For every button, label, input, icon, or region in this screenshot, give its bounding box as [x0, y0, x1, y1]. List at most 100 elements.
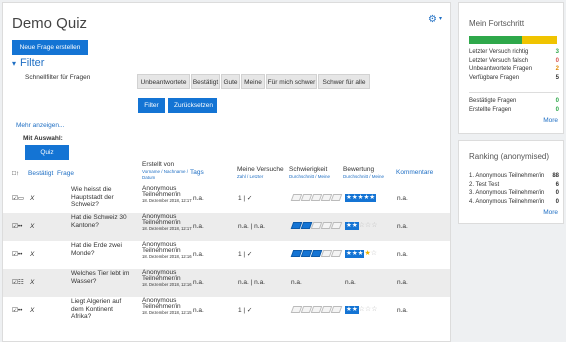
- progress-stat-label: Letzter Versuch richtig: [469, 49, 529, 55]
- table-row: ☑▭ X Wie heisst die Hauptstadt der Schweiz…: [3, 185, 450, 213]
- comments: n.a.: [397, 307, 408, 314]
- rating-stars: ★★★ ★ ☆: [345, 250, 377, 258]
- progress-stat-label: Unbeantwortete Fragen: [469, 66, 533, 72]
- select-all-checkbox[interactable]: □↑: [12, 170, 19, 178]
- comments: n.a.: [397, 279, 408, 286]
- header-rating[interactable]: Bewertung Durchschnitt / Meine: [343, 166, 398, 180]
- filter-heading[interactable]: ▾ Filter: [12, 57, 44, 69]
- difficulty-segment: [330, 222, 343, 229]
- progress-stat-label: Letzter Versuch falsch: [469, 57, 529, 64]
- filter-button[interactable]: Filter: [138, 98, 165, 113]
- ranking-entry: 4. Anonymous Teilnehmer/in 0: [469, 199, 559, 205]
- comments: n.a.: [397, 223, 408, 230]
- header-tags[interactable]: Tags: [190, 169, 204, 177]
- difficulty-text: n.a.: [291, 279, 302, 286]
- ranking-panel: Ranking (anonymised) 1. Anonymous Teilne…: [458, 140, 564, 224]
- filter-unanswered[interactable]: Unbeantwortete: [137, 74, 190, 89]
- quick-filter-label: Schnellfilter für Fragen: [25, 74, 91, 81]
- ranking-more-link[interactable]: More: [543, 209, 558, 216]
- ranking-entry-score: 88: [552, 173, 559, 179]
- my-attempts: 1 | ✓: [238, 195, 253, 202]
- header-comments[interactable]: Kommentare: [396, 169, 433, 177]
- rating-empty-stars: ☆☆☆: [358, 222, 378, 229]
- question-text[interactable]: Welches Tier lebt im Wasser?: [71, 270, 133, 285]
- question-text[interactable]: Liegt Algerien auf dem Kontinent Afrika?: [71, 298, 133, 321]
- header-difficulty[interactable]: Schwierigkeit Durchschnitt / Meine: [289, 166, 345, 180]
- progress-stat-value: 5: [555, 74, 559, 81]
- progress-stat-row: Bestätigte Fragen 0: [469, 98, 559, 104]
- progress-title: Mein Fortschritt: [469, 19, 525, 28]
- ranking-entry-score: 0: [555, 198, 559, 205]
- confirmed-mark: X: [30, 307, 35, 314]
- question-type-icon[interactable]: ☑••: [12, 223, 22, 231]
- progress-stat-value: 0: [555, 57, 559, 64]
- my-attempts: 1 | ✓: [238, 251, 253, 258]
- rating-filled-stars: ★★: [345, 306, 359, 314]
- header-my-attempts[interactable]: Meine Versuche Zahl / Letzter: [237, 166, 293, 180]
- ranking-entry-score: 6: [555, 181, 559, 188]
- difficulty-segment: [330, 306, 343, 313]
- difficulty-segment: [330, 194, 343, 201]
- confirmed-mark: X: [30, 195, 35, 202]
- question-text[interactable]: Hat die Schweiz 30 Kantone?: [71, 214, 133, 229]
- filter-good[interactable]: Gute: [221, 74, 240, 89]
- created-date: 18. Dezember 2018, 12:16: [142, 282, 192, 287]
- ranking-entry: 2. Test Test 6: [469, 182, 559, 188]
- created-date: 18. Dezember 2018, 12:15: [142, 310, 192, 315]
- progress-stat-row: Letzter Versuch falsch 0: [469, 58, 559, 64]
- progress-stat-label: Verfügbare Fragen: [469, 74, 520, 81]
- progress-panel: Mein Fortschritt Letzter Versuch richtig…: [458, 2, 564, 134]
- divider: [469, 92, 559, 93]
- rating-filled-stars: ★★★★★: [345, 194, 377, 202]
- header-question[interactable]: Frage: [57, 170, 74, 178]
- filter-mine[interactable]: Meine: [241, 74, 265, 89]
- author: Anonymous Teilnehmer/in 18. Dezember 2018…: [142, 297, 192, 315]
- header-created-by[interactable]: Erstellt von Vorname / Nachname / Datum: [142, 161, 192, 181]
- question-text[interactable]: Wie heisst die Hauptstadt der Schweiz?: [71, 186, 133, 209]
- progress-stat-row: Erstellte Fragen 0: [469, 107, 559, 113]
- progress-more-link[interactable]: More: [543, 117, 558, 124]
- difficulty-meter: [290, 194, 343, 201]
- filter-hard-for-all[interactable]: Schwer für alle: [318, 74, 370, 89]
- ranking-entry-label: 2. Test Test: [469, 181, 500, 188]
- created-date: 18. Dezember 2018, 12:17: [142, 198, 192, 203]
- confirmed-mark: X: [30, 279, 35, 286]
- created-date: 18. Dezember 2018, 12:16: [142, 254, 192, 259]
- tags: n.a.: [193, 279, 204, 286]
- reset-button[interactable]: Zurücksetzen: [168, 98, 217, 113]
- tags: n.a.: [193, 251, 204, 258]
- tags: n.a.: [193, 307, 204, 314]
- author: Anonymous Teilnehmer/in 18. Dezember 2018…: [142, 213, 192, 231]
- question-text[interactable]: Hat die Erde zwei Monde?: [71, 242, 133, 257]
- header-confirmed[interactable]: Bestätigt: [28, 170, 53, 178]
- new-question-button[interactable]: Neue Frage erstellen: [12, 40, 88, 55]
- show-more-link[interactable]: Mehr anzeigen...: [16, 122, 64, 129]
- question-type-icon[interactable]: ☑••: [12, 251, 22, 259]
- rating-filled-stars: ★★★: [345, 250, 365, 258]
- collapse-icon: ▾: [12, 59, 17, 68]
- tags: n.a.: [193, 223, 204, 230]
- filter-hard-for-me[interactable]: Für mich schwer: [266, 74, 317, 89]
- question-type-icon[interactable]: ☑▭: [12, 195, 24, 203]
- rating-empty-stars: ☆: [370, 250, 378, 257]
- difficulty-meter: [290, 250, 343, 257]
- author: Anonymous Teilnehmer/in 18. Dezember 2018…: [142, 185, 192, 203]
- progress-stat-value: 3: [555, 49, 559, 55]
- settings-menu[interactable]: ⚙ ▾: [428, 14, 450, 26]
- author-name: Anonymous Teilnehmer/in: [142, 241, 181, 254]
- selection-label: Mit Auswahl:: [23, 135, 63, 142]
- tags: n.a.: [193, 195, 204, 202]
- question-type-icon[interactable]: ☑••: [12, 307, 22, 315]
- ranking-entry-label: 3. Anonymous Teilnehmer/in: [469, 190, 545, 196]
- difficulty-segment: [330, 250, 343, 257]
- author-name: Anonymous Teilnehmer/in: [142, 213, 181, 226]
- filter-confirmed[interactable]: Bestätigt: [191, 74, 220, 89]
- gear-icon: ⚙: [428, 14, 437, 25]
- author: Anonymous Teilnehmer/in 18. Dezember 2018…: [142, 241, 192, 259]
- progress-stat-value: 0: [555, 106, 559, 113]
- ranking-entry-label: 1. Anonymous Teilnehmer/in: [469, 173, 545, 179]
- start-quiz-button[interactable]: Quiz starten: [25, 145, 69, 171]
- progress-stat-label: Erstellte Fragen: [469, 106, 512, 113]
- progress-bar-fill: [469, 36, 522, 44]
- question-type-icon[interactable]: ☑☷: [12, 279, 24, 287]
